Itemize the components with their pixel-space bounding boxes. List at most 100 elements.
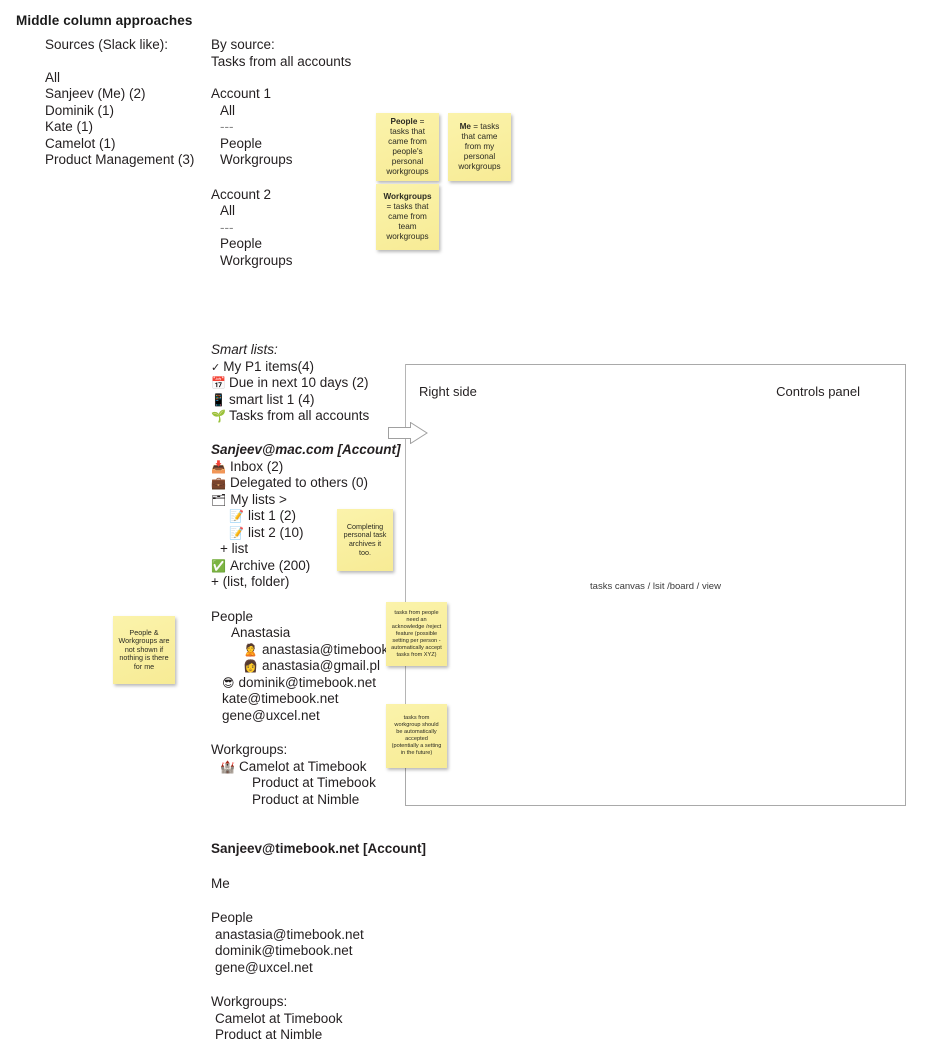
account-mac-workgroup-product-timebook[interactable]: Product at Timebook (211, 775, 411, 792)
sunglasses-face-icon: 😎 (222, 675, 235, 690)
smart-list-label-due-next-10-days: Due in next 10 days (2) (228, 375, 369, 390)
smart-list-item-tasks-all-accounts[interactable]: 🌱 Tasks from all accounts (211, 408, 369, 425)
sources-item-dominik[interactable]: Dominik (1) (45, 103, 194, 120)
by-source-heading: By source: (211, 37, 275, 52)
account-mac-person-gene[interactable]: gene@uxcel.net (211, 708, 411, 725)
sources-item-product-management[interactable]: Product Management (3) (45, 152, 194, 169)
account-timebook-heading: Sanjeev@timebook.net [Account] (211, 841, 426, 856)
seedling-icon: 🌱 (211, 409, 226, 423)
note-completing-text: Completing personal task archives it too… (343, 521, 387, 557)
account-timebook-person-gene[interactable]: gene@uxcel.net (211, 960, 426, 977)
account-1-group: Account 1 All --- People Workgroups (211, 86, 351, 169)
sources-item-sanjeev[interactable]: Sanjeev (Me) (2) (45, 86, 194, 103)
account-mac-nav-label-list-1: list 1 (2) (247, 508, 296, 523)
account-mac-person-label-dominik: dominik@timebook.net (238, 674, 377, 690)
account-mac-section: Sanjeev@mac.com [Account] 📥 Inbox (2) 💼 … (211, 442, 411, 808)
sticky-note-me-definition: Me = tasks that came from my personal wo… (448, 113, 511, 181)
account-mac-nav-delegated[interactable]: 💼 Delegated to others (0) (211, 475, 411, 492)
smart-list-item-due-next-10-days[interactable]: 📅 Due in next 10 days (2) (211, 375, 369, 392)
account-mac-nav-my-lists[interactable]: 🗂 My lists > (211, 492, 411, 509)
account-mac-workgroup-product-nimble[interactable]: Product at Nimble (211, 792, 411, 809)
woman-icon: 👩 (243, 659, 258, 673)
smart-lists-section: Smart lists: ✓ My P1 items(4) 📅 Due in n… (211, 342, 369, 425)
account-mac-people-heading: People (211, 608, 254, 624)
memo-icon: 📝 (229, 525, 244, 540)
smart-list-label-tasks-all-accounts: Tasks from all accounts (228, 408, 370, 423)
sticky-note-completing-task: Completing personal task archives it too… (337, 509, 393, 571)
mockup-canvas: Middle column approaches Sources (Slack … (0, 0, 934, 1056)
sources-column: Sources (Slack like): All Sanjeev (Me) (… (45, 37, 194, 169)
smart-list-label-my-p1: My P1 items(4) (223, 358, 314, 374)
account-mac-nav-label-my-lists: My lists > (230, 491, 287, 507)
sticky-note-people-definition: People = tasks that came from people's p… (376, 113, 439, 181)
account-2-divider: --- (220, 219, 234, 235)
check-icon: ✓ (211, 360, 221, 374)
by-source-subheading: Tasks from all accounts (211, 53, 352, 69)
account-mac-nav-label-delegated: Delegated to others (0) (229, 475, 369, 490)
account-1-people[interactable]: People (211, 136, 351, 153)
by-source-column: By source: Tasks from all accounts Accou… (211, 37, 351, 269)
account-1-workgroups[interactable]: Workgroups (211, 152, 351, 169)
controls-panel-label: Controls panel (776, 384, 860, 399)
account-timebook-person-anastasia[interactable]: anastasia@timebook.net (211, 927, 426, 944)
account-mac-nav-label-archive: Archive (200) (229, 557, 311, 573)
account-2-workgroups[interactable]: Workgroups (211, 253, 351, 270)
account-1-divider: --- (220, 119, 234, 134)
calendar-icon: 📅 (211, 376, 226, 390)
tasks-canvas-label: tasks canvas / lsit /board / view (590, 581, 721, 592)
note-workgroups-body: = tasks that came from team workgroups (386, 202, 429, 241)
account-mac-person-anastasia-gmail[interactable]: 👩 anastasia@gmail.pl (211, 658, 411, 675)
right-side-label: Right side (419, 384, 477, 399)
note-workgroups-term: Workgroups (383, 192, 432, 201)
right-side-panel: Right side Controls panel tasks canvas /… (405, 364, 906, 806)
account-timebook-people-heading: People (211, 910, 254, 925)
account-2-name[interactable]: Account 2 (211, 187, 351, 204)
sticky-note-people-workgroups-hidden: People & Workgroups are not shown if not… (113, 616, 175, 684)
account-mac-workgroup-label-camelot: Camelot at Timebook (238, 758, 367, 774)
flow-arrow-icon (388, 422, 428, 444)
smart-list-item-my-p1[interactable]: ✓ My P1 items(4) (211, 359, 369, 376)
note-auto-accept-text: tasks from workgroup should be automatic… (391, 715, 442, 756)
briefcase-icon: 💼 (211, 476, 226, 490)
account-mac-person-kate[interactable]: kate@timebook.net (211, 691, 411, 708)
sticky-note-workgroups-definition: Workgroups = tasks that came from team w… (376, 184, 439, 250)
smart-lists-heading: Smart lists: (211, 342, 278, 357)
account-timebook-workgroup-product-nimble[interactable]: Product at Nimble (211, 1027, 426, 1044)
memo-icon: 📝 (229, 509, 244, 523)
note-hidden-text: People & Workgroups are not shown if not… (118, 627, 170, 671)
account-1-name[interactable]: Account 1 (211, 86, 351, 103)
account-mac-person-dominik[interactable]: 😎 dominik@timebook.net (211, 675, 411, 692)
castle-icon: 🏰 (220, 759, 235, 774)
sources-item-kate[interactable]: Kate (1) (45, 119, 194, 136)
account-timebook-person-dominik[interactable]: dominik@timebook.net (211, 943, 426, 960)
account-mac-person-anastasia-timebook[interactable]: 🙎 anastasia@timebook.net (211, 642, 411, 659)
account-mac-nav-label-list-2: list 2 (10) (247, 524, 304, 540)
note-me-term: Me (459, 122, 471, 131)
account-2-group: Account 2 All --- People Workgroups (211, 187, 351, 270)
account-mac-nav-inbox[interactable]: 📥 Inbox (2) (211, 459, 411, 476)
page-title: Middle column approaches (16, 13, 193, 28)
woman-icon: 🙎 (243, 642, 258, 657)
sources-item-all[interactable]: All (45, 70, 194, 87)
note-acknowledge-text: tasks from people need an acknowledge /r… (391, 609, 442, 658)
inbox-tray-icon: 📥 (211, 459, 226, 474)
account-2-all[interactable]: All (211, 203, 351, 220)
account-mac-heading: Sanjeev@mac.com [Account] (211, 442, 401, 457)
account-timebook-me[interactable]: Me (211, 876, 426, 893)
smart-list-item-smart-list-1[interactable]: 📱 smart list 1 (4) (211, 392, 369, 409)
note-people-term: People (390, 117, 418, 126)
account-timebook-section: Sanjeev@timebook.net [Account] Me People… (211, 841, 426, 1044)
check-mark-button-icon: ✅ (211, 558, 226, 573)
mobile-phone-icon: 📱 (211, 392, 226, 407)
account-2-people[interactable]: People (211, 236, 351, 253)
sources-heading: Sources (Slack like): (45, 37, 169, 52)
account-1-all[interactable]: All (211, 103, 351, 120)
sources-item-camelot[interactable]: Camelot (1) (45, 136, 194, 153)
sticky-note-auto-accept: tasks from workgroup should be automatic… (386, 704, 447, 768)
account-mac-add-list-folder[interactable]: + (list, folder) (211, 574, 411, 591)
sticky-note-acknowledge-reject: tasks from people need an acknowledge /r… (386, 602, 447, 666)
account-mac-person-anastasia[interactable]: Anastasia (211, 625, 411, 642)
account-mac-nav-label-inbox: Inbox (2) (229, 458, 284, 474)
account-mac-workgroup-camelot[interactable]: 🏰 Camelot at Timebook (211, 759, 411, 776)
account-timebook-workgroup-camelot[interactable]: Camelot at Timebook (211, 1011, 426, 1028)
